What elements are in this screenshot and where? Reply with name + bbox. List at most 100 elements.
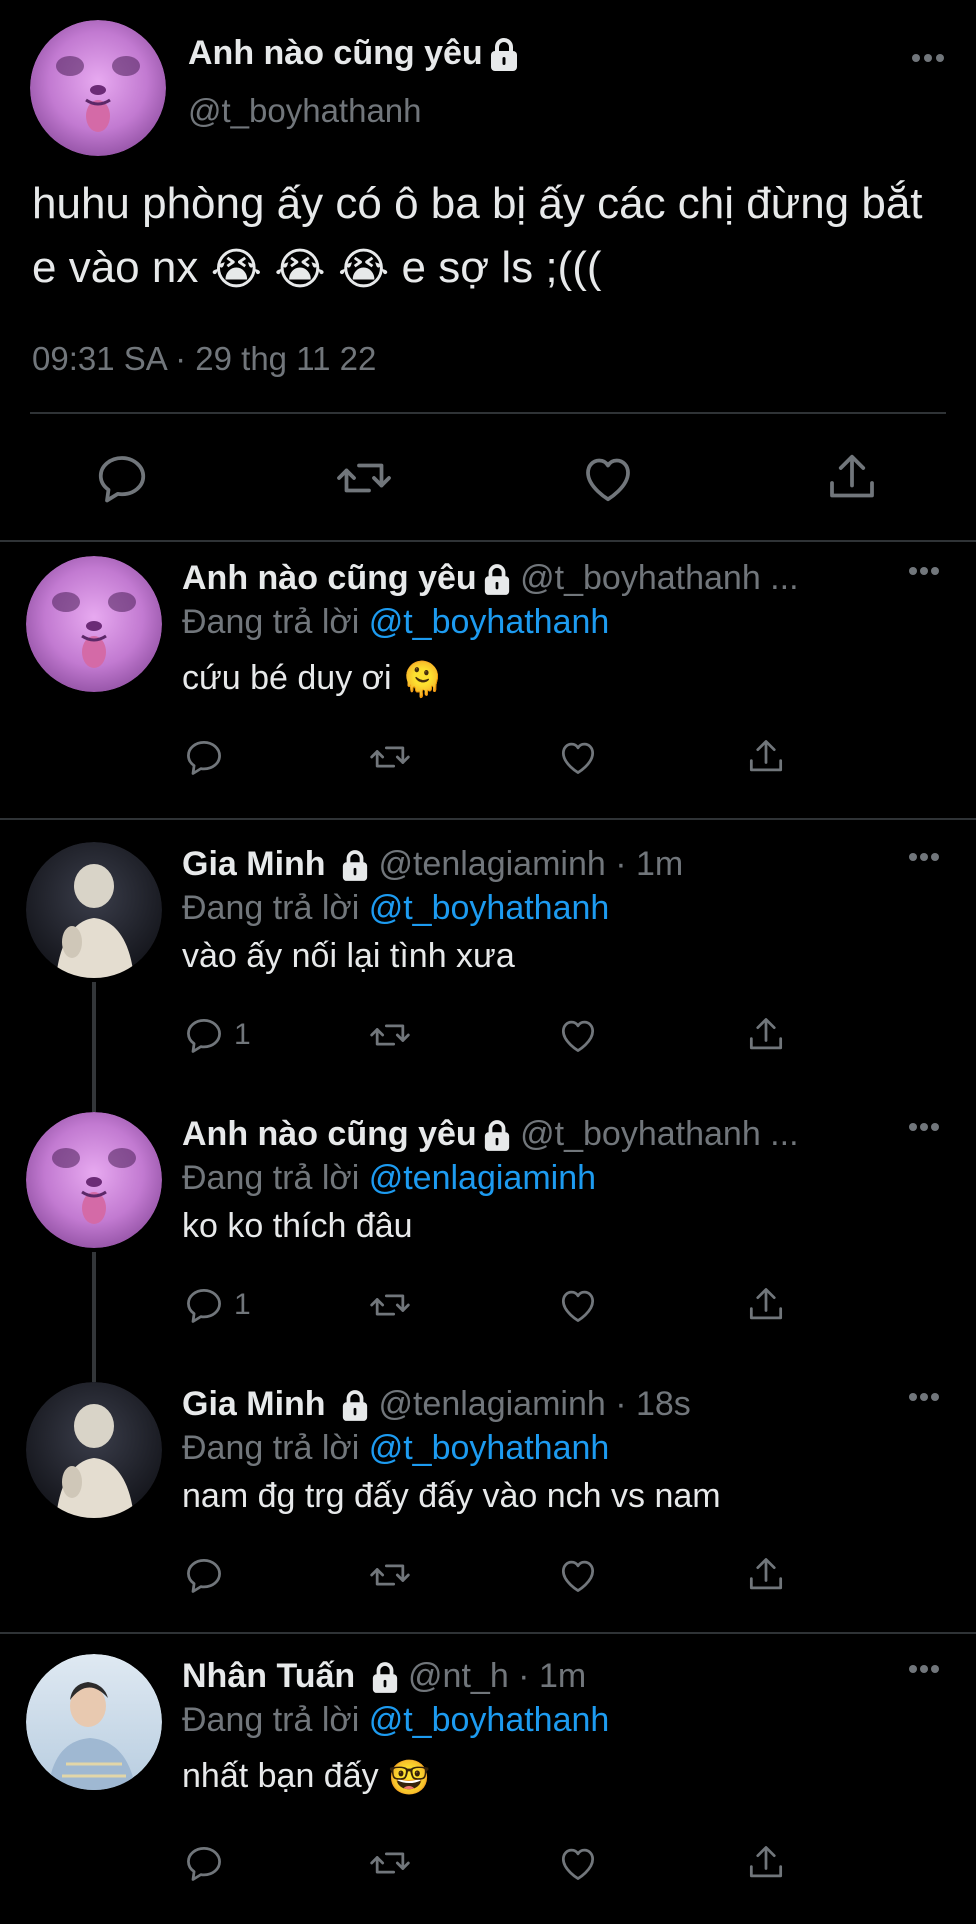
more-options-icon[interactable] <box>908 1664 940 1674</box>
retweet-icon[interactable] <box>368 1280 412 1330</box>
handle-time[interactable]: @nt_h · 1m <box>408 1657 586 1695</box>
handle-time[interactable]: @tenlagiaminh · 1m <box>378 845 683 883</box>
reply-icon[interactable] <box>182 1550 234 1600</box>
more-options-icon[interactable] <box>908 1122 940 1132</box>
reply-header: Nhân Tuấn @nt_h · 1m <box>182 1654 866 1698</box>
reply-icon[interactable] <box>182 732 234 782</box>
avatar-purple-cat[interactable] <box>26 556 162 692</box>
handle-time[interactable]: @tenlagiaminh · 18s <box>378 1385 690 1423</box>
share-icon[interactable] <box>744 1838 788 1888</box>
like-icon[interactable] <box>556 1550 600 1600</box>
divider <box>0 1632 976 1634</box>
timestamp[interactable]: 09:31 SA · 29 thg 11 22 <box>32 340 376 378</box>
replying-label: Đang trả lời <box>182 889 360 927</box>
mention-link[interactable]: @t_boyhathanh <box>369 603 610 641</box>
reply-count: 1 <box>234 1288 251 1321</box>
crying-emoji: 😭 <box>210 245 262 295</box>
reply-text: nam đg trg đấy đấy vào nch vs nam <box>182 1477 721 1515</box>
handle-time[interactable]: @t_boyhathanh ... <box>520 1115 798 1153</box>
action-bar: 1 <box>182 1010 822 1060</box>
avatar-purple-cat[interactable] <box>26 1112 162 1248</box>
reply-tweet[interactable]: Gia Minh @tenlagiaminh · 18s Đang trả lờ… <box>0 1382 976 1652</box>
retweet-icon[interactable] <box>368 1550 412 1600</box>
crying-emoji: 😭 <box>337 245 390 295</box>
reply-header: Gia Minh @tenlagiaminh · 18s <box>182 1382 866 1426</box>
like-icon[interactable] <box>556 1838 600 1888</box>
replying-label: Đang trả lời <box>182 603 360 641</box>
reply-icon[interactable] <box>182 1838 234 1888</box>
more-options-icon[interactable] <box>908 566 940 576</box>
mention-link[interactable]: @t_boyhathanh <box>369 1429 610 1467</box>
reply-text: cứu bé duy ơi 🫠 <box>182 656 443 702</box>
more-options-icon[interactable] <box>908 1392 940 1402</box>
reply-icon[interactable]: 1 <box>182 1280 251 1330</box>
replying-to: Đang trả lời @t_boyhathanh <box>182 886 609 930</box>
retweet-icon[interactable] <box>368 1010 412 1060</box>
mention-link[interactable]: @t_boyhathanh <box>369 889 610 927</box>
reply-text: ko ko thích đâu <box>182 1207 413 1245</box>
reply-icon[interactable]: 1 <box>182 1010 251 1060</box>
reply-text: nhất bạn đấy 🤓 <box>182 1754 430 1800</box>
action-bar <box>182 1550 822 1600</box>
replying-label: Đang trả lời <box>182 1429 360 1467</box>
share-icon[interactable] <box>744 1280 788 1330</box>
reply-text-body: cứu bé duy ơi <box>182 659 392 697</box>
reply-header: Anh nào cũng yêu @t_boyhathanh ... <box>182 1112 866 1156</box>
tweet-thread: Anh nào cũng yêu @t_boyhathanh huhu phòn… <box>0 0 976 1920</box>
replying-to: Đang trả lời @t_boyhathanh <box>182 600 609 644</box>
replying-label: Đang trả lời <box>182 1701 360 1739</box>
lock-icon <box>490 38 517 72</box>
lock-icon <box>342 1390 368 1421</box>
handle-time[interactable]: @t_boyhathanh ... <box>520 559 798 597</box>
avatar-purple-cat[interactable] <box>30 20 166 156</box>
share-icon[interactable] <box>744 1550 788 1600</box>
replying-label: Đang trả lời <box>182 1159 360 1197</box>
reply-icon[interactable] <box>92 448 152 508</box>
reply-text: vào ấy nối lại tình xưa <box>182 937 515 975</box>
reply-tweet[interactable]: Gia Minh @tenlagiaminh · 1m Đang trả lời… <box>0 842 976 1112</box>
action-bar: 1 <box>182 1280 822 1330</box>
display-name[interactable]: Anh nào cũng yêu <box>188 34 519 73</box>
more-options-icon[interactable] <box>908 852 940 862</box>
reply-header: Anh nào cũng yêu @t_boyhathanh ... <box>182 556 866 600</box>
display-name[interactable]: Anh nào cũng yêu <box>182 1115 477 1153</box>
handle[interactable]: @t_boyhathanh <box>188 92 422 130</box>
lock-icon <box>372 1662 397 1693</box>
reply-tweet[interactable]: Anh nào cũng yêu @t_boyhathanh ... Đang … <box>0 556 976 826</box>
display-name[interactable]: Nhân Tuấn <box>182 1657 355 1695</box>
retweet-icon[interactable] <box>368 732 412 782</box>
retweet-icon[interactable] <box>368 1838 412 1888</box>
avatar-person-photo[interactable] <box>26 1382 162 1518</box>
tweet-text-suffix: e sợ ls ;((( <box>401 243 602 292</box>
like-icon[interactable] <box>556 1280 600 1330</box>
mention-link[interactable]: @tenlagiaminh <box>369 1159 596 1197</box>
replying-to: Đang trả lời @tenlagiaminh <box>182 1156 596 1200</box>
share-icon[interactable] <box>744 1010 788 1060</box>
share-icon[interactable] <box>822 448 882 508</box>
melting-face-emoji: 🫠 <box>400 661 444 700</box>
like-icon[interactable] <box>578 448 638 508</box>
like-icon[interactable] <box>556 1010 600 1060</box>
divider <box>0 540 976 542</box>
lock-icon <box>484 564 509 595</box>
nerd-face-emoji: 🤓 <box>388 1759 431 1798</box>
share-icon[interactable] <box>744 732 788 782</box>
avatar-person-photo[interactable] <box>26 842 162 978</box>
reply-tweet[interactable]: Nhân Tuấn @nt_h · 1m Đang trả lời @t_boy… <box>0 1654 976 1924</box>
retweet-icon[interactable] <box>334 448 394 508</box>
display-name[interactable]: Anh nào cũng yêu <box>182 559 477 597</box>
reply-header: Gia Minh @tenlagiaminh · 1m <box>182 842 866 886</box>
reply-text-body: nhất bạn đấy <box>182 1757 379 1795</box>
mention-link[interactable]: @t_boyhathanh <box>369 1701 610 1739</box>
divider <box>0 818 976 820</box>
replying-to: Đang trả lời @t_boyhathanh <box>182 1698 609 1742</box>
avatar-person-photo[interactable] <box>26 1654 162 1790</box>
action-bar <box>182 732 822 782</box>
more-options-icon[interactable] <box>910 52 946 64</box>
display-name[interactable]: Gia Minh <box>182 845 326 883</box>
display-name[interactable]: Gia Minh <box>182 1385 326 1423</box>
like-icon[interactable] <box>556 732 600 782</box>
reply-count: 1 <box>234 1018 251 1051</box>
lock-icon <box>342 850 368 881</box>
reply-tweet[interactable]: Anh nào cũng yêu @t_boyhathanh ... Đang … <box>0 1112 976 1382</box>
